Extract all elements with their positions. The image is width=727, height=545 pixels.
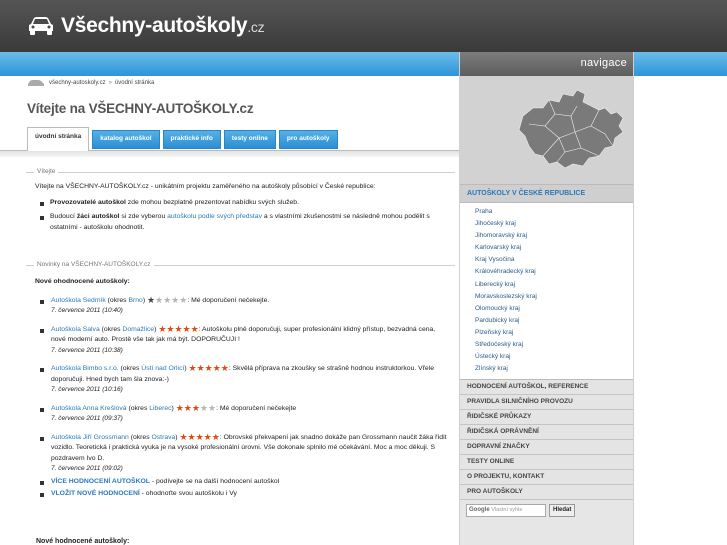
region-link[interactable]: Moravskoslezský kraj [475,291,633,303]
school-link[interactable]: Autoškola Sedmík [51,297,106,304]
choose-school-link[interactable]: autoškolu podle svých představ [167,213,262,220]
school-link[interactable]: Autoškola Anna Krešlová [51,405,127,412]
tab-pro-autoskoly[interactable]: pro autoškoly [278,130,338,149]
search-input[interactable]: Google Vlastní vyhle [466,504,546,518]
region-link[interactable]: Karlovarský kraj [475,242,633,254]
school-link[interactable]: Autoškola Salva [51,326,100,333]
google-logo: Google [469,507,490,514]
list-item: Autoškola Sedmík (okres Brno) ★★★★★: Mé … [35,294,447,317]
list-item: Autoškola Salva (okres Domažlice) ★★★★★:… [35,323,447,357]
region-link[interactable]: Plzeňský kraj [475,327,633,339]
region-link[interactable]: Olomoucký kraj [475,303,633,315]
site-name: Všechny-autoškoly.cz [61,14,265,37]
okres-link[interactable]: Ostrava [152,434,176,441]
nav-link-pravidla[interactable]: PRAVIDLA SILNIČNÍHO PROVOZU [460,395,633,411]
site-header: Všechny-autoškoly.cz [0,0,727,52]
welcome-legend: Vítejte [34,168,59,175]
breadcrumb-separator: » [108,80,112,86]
regions-list: Praha Jihočeský kraj Jihomoravský kraj K… [460,203,633,381]
region-link[interactable]: Pardubický kraj [475,315,633,327]
okres-link[interactable]: Liberec [149,405,171,412]
okres-link[interactable]: Brno [128,297,142,304]
news-legend: Novinky na VŠECHNY-AUTOŠKOLY.cz [34,261,154,268]
okres-link[interactable]: Ústí nad Orlicí [141,365,184,372]
region-link[interactable]: Kraj Vysočina [475,254,633,266]
region-link[interactable]: Královéhradecký kraj [475,266,633,278]
car-icon [29,17,53,35]
welcome-bullet-students: Budoucí žáci autoškol si zde vyberou aut… [40,212,447,233]
nav-link-hodnoceni[interactable]: HODNOCENÍ AUTOŠKOL, REFERENCE [460,380,633,396]
welcome-intro: Vítejte na VŠECHNY-AUTOŠKOLY.cz - unikát… [35,183,376,190]
breadcrumb: všechny-autoskoly.cz » úvodní stránka [27,79,154,87]
news-heading: Nové ohodnocené autoškoly: [35,278,130,285]
nav-link-prukazy[interactable]: ŘIDIČSKÉ PRŮKAZY [460,410,633,426]
car-icon [28,80,44,86]
review-date: 7. července 2011 (10:40) [51,307,123,314]
search-form: Google Vlastní vyhle Hledat [460,500,633,518]
more-reviews-item: VÍCE HODNOCENÍ AUTOŠKOL - podívejte se n… [35,477,447,488]
search-button[interactable]: Hledat [549,504,576,518]
region-link[interactable]: Zlínský kraj [475,363,633,375]
site-logo[interactable]: Všechny-autoškoly.cz [27,14,265,38]
tab-prakticke-info[interactable]: praktické info [162,130,221,149]
more-reviews-link[interactable]: VÍCE HODNOCENÍ AUTOŠKOL [51,478,150,485]
review-date: 7. července 2011 (10:16) [51,386,123,393]
nav-link-o-projektu[interactable]: O PROJEKTU, KONTAKT [460,470,633,486]
welcome-bullet-provider: Provozovatelé autoškol zde mohou bezplat… [40,198,447,209]
region-link[interactable]: Liberecký kraj [475,279,633,291]
main-tabs: úvodní stránka katalog autoškol praktick… [27,127,459,151]
sidebar-title: navigace [460,52,633,76]
page-title: Vítejte na VŠECHNY-AUTOŠKOLY.cz [27,101,254,116]
regions-heading: AUTOŠKOLY V ČESKÉ REPUBLICE [460,184,633,203]
nav-link-znacky[interactable]: DOPRAVNÍ ZNAČKY [460,440,633,456]
tab-uvodni-stranka[interactable]: úvodní stránka [27,127,90,151]
add-review-item: VLOŽIT NOVÉ HODNOCENÍ - ohodnoťte svou a… [35,489,447,500]
list-item: Autoškola Jiří Grossmann (okres Ostrava)… [35,431,447,475]
rating-stars: ★★★★★ [146,294,188,305]
nav-link-pro-autoskoly[interactable]: PRO AUTOŠKOLY [460,485,633,501]
review-date: 7. července 2011 (09:37) [51,415,123,422]
school-link[interactable]: Autoškola Jiří Grossmann [51,434,129,441]
tabs-underline [0,150,459,157]
list-item: Autoškola Anna Krešlová (okres Liberec) … [35,402,447,425]
school-link[interactable]: Autoškola Bimbo s.r.o. [51,365,119,372]
region-link[interactable]: Jihomoravský kraj [475,230,633,242]
search-placeholder: Vlastní vyhle [491,507,523,514]
region-link[interactable]: Jihočeský kraj [475,218,633,230]
review-date: 7. července 2011 (09:02) [51,465,123,472]
czech-map[interactable] [460,76,633,184]
review-date: 7. července 2011 (10:38) [51,346,123,354]
czech-republic-map-icon [518,89,624,169]
welcome-box: Vítejte Vítejte na VŠECHNY-AUTOŠKOLY.cz … [26,168,455,237]
region-link[interactable]: Praha [475,206,633,218]
rating-stars: ★★★★★ [158,323,199,334]
add-review-link[interactable]: VLOŽIT NOVÉ HODNOCENÍ [51,490,140,497]
news-box: Novinky na VŠECHNY-AUTOŠKOLY.cz Nové oho… [26,261,455,500]
region-link[interactable]: Ústecký kraj [475,351,633,363]
region-link[interactable]: Středočeský kraj [475,339,633,351]
nav-link-opravneni[interactable]: ŘIDIČSKÁ OPRÁVNĚNÍ [460,425,633,441]
tab-katalog[interactable]: katalog autoškol [92,130,160,149]
breadcrumb-home[interactable]: všechny-autoskoly.cz [49,80,106,86]
navigation-sidebar: navigace AUTOŠKOLY V ČESKÉ REPUBLICE Pra… [459,52,634,545]
rating-stars: ★★★★★ [188,363,229,373]
nav-link-testy[interactable]: TESTY ONLINE [460,455,633,471]
section-heading-cut: Nové hodnocené autoškoly: [36,538,130,545]
list-item: Autoškola Bimbo s.r.o. (okres Ústí nad O… [35,364,447,396]
rating-stars: ★★★★★ [179,431,220,442]
rating-stars: ★★★★★ [175,402,217,413]
site-tld: .cz [247,19,265,35]
okres-link[interactable]: Domažlice [122,326,154,333]
tab-testy-online[interactable]: testy online [223,130,276,149]
breadcrumb-current: úvodní stránka [114,80,155,86]
